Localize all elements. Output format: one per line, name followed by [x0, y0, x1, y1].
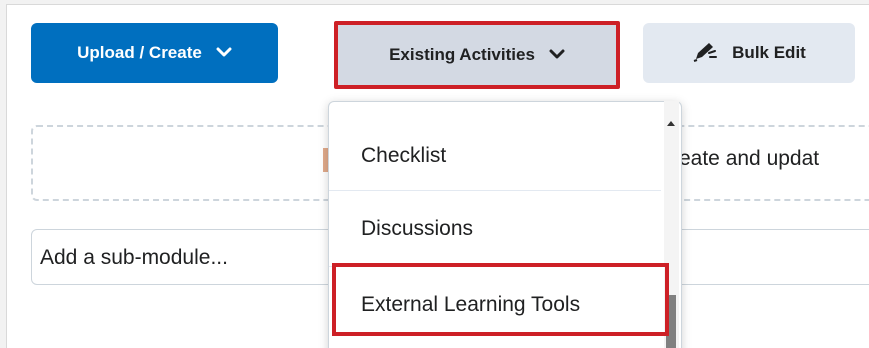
- bulk-edit-button[interactable]: Bulk Edit: [643, 23, 855, 83]
- drop-zone-text: reate and updat: [672, 147, 820, 170]
- menu-item-label: Checklist: [361, 144, 447, 167]
- menu-item-label: Discussions: [361, 216, 474, 240]
- chevron-down-icon: [216, 43, 232, 63]
- upload-create-label: Upload / Create: [77, 43, 202, 62]
- pencil-icon: [692, 40, 718, 67]
- highlight-box: [332, 263, 669, 336]
- bulk-edit-label: Bulk Edit: [732, 43, 806, 62]
- existing-activities-button[interactable]: Existing Activities: [334, 21, 620, 89]
- menu-item-checklist[interactable]: Checklist: [329, 118, 661, 194]
- scroll-up-arrow-icon[interactable]: [667, 121, 675, 126]
- upload-create-button[interactable]: Upload / Create: [31, 23, 278, 83]
- menu-item-discussions[interactable]: Discussions: [329, 190, 661, 266]
- existing-activities-label: Existing Activities: [389, 45, 535, 64]
- screenshot-frame: Upload / Create Existing Activities Bulk…: [6, 4, 869, 348]
- chevron-down-icon: [549, 45, 565, 65]
